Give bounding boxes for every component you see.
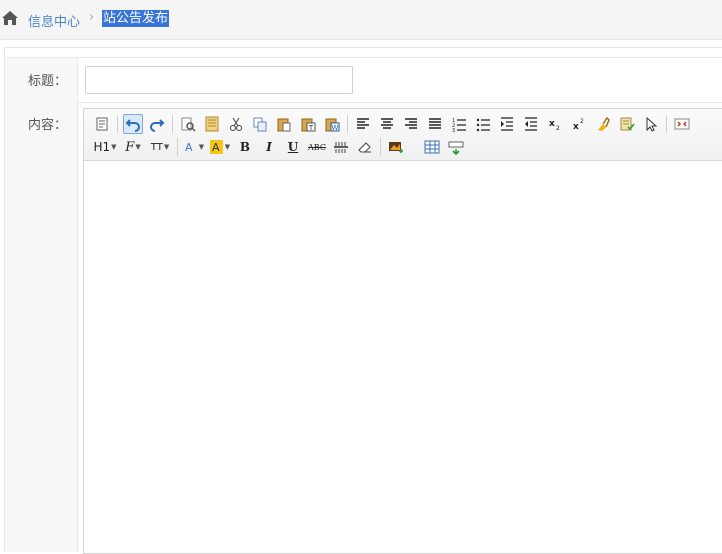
chevron-down-icon: ▼ (163, 143, 170, 151)
highlight-color-button[interactable]: A ▼ (209, 137, 231, 157)
clear-format-icon[interactable] (593, 114, 613, 134)
strikethrough-button[interactable]: ABC (307, 137, 327, 157)
toolbar-row-1: T W 1 2 3 x 2 x 2 (92, 113, 696, 135)
svg-text:T: T (308, 124, 314, 132)
align-center-icon[interactable] (377, 114, 397, 134)
font-color-button[interactable]: A ▼ (183, 137, 205, 157)
paste-word-icon[interactable]: W (322, 114, 342, 134)
copy-icon[interactable] (250, 114, 270, 134)
select-all-icon[interactable] (641, 114, 661, 134)
bold-button[interactable]: B (235, 137, 255, 157)
toolbar-separator (177, 138, 178, 156)
svg-text:2: 2 (556, 125, 560, 132)
chevron-down-icon: ▼ (111, 143, 117, 151)
outdent-icon[interactable] (521, 114, 541, 134)
paste-icon[interactable] (274, 114, 294, 134)
template-icon[interactable] (202, 114, 222, 134)
cut-icon[interactable] (226, 114, 246, 134)
font-family-dropdown[interactable]: F ▼ (122, 137, 144, 157)
font-size-label: TT (150, 141, 163, 153)
insert-table-icon[interactable] (422, 137, 442, 157)
heading-dropdown[interactable]: H1 ▼ (92, 137, 118, 157)
spellcheck-icon[interactable] (617, 114, 637, 134)
align-justify-icon[interactable] (425, 114, 445, 134)
preview-icon[interactable] (178, 114, 198, 134)
toolbar-row-2: H1 ▼ F ▼ TT ▼ A ▼ A ▼ B I U ABC (92, 136, 470, 158)
svg-text:2: 2 (580, 118, 584, 125)
insert-row-icon[interactable] (446, 137, 466, 157)
breadcrumb: 信息中心 › 站公告发布 (0, 0, 722, 40)
align-right-icon[interactable] (401, 114, 421, 134)
editor-content-area[interactable] (84, 161, 722, 553)
content-label: 内容： (27, 118, 67, 133)
title-label-cell: 标题： (5, 58, 78, 102)
chevron-down-icon: ▼ (135, 143, 141, 151)
editor-toolbar: T W 1 2 3 x 2 x 2 H1 ▼ F ▼ TT ▼ A ▼ A ▼ … (84, 109, 722, 161)
content-label-cell: 内容： (5, 102, 78, 552)
toolbar-separator (380, 138, 381, 156)
svg-text:W: W (332, 124, 339, 132)
align-left-icon[interactable] (353, 114, 373, 134)
chevron-down-icon: ▼ (224, 143, 231, 151)
svg-text:x: x (549, 119, 555, 129)
rich-text-editor: T W 1 2 3 x 2 x 2 H1 ▼ F ▼ TT ▼ A ▼ A ▼ … (83, 108, 722, 554)
title-label: 标题： (27, 74, 67, 89)
svg-text:x: x (573, 122, 579, 132)
undo-icon[interactable] (123, 114, 143, 134)
home-icon[interactable] (1, 10, 19, 26)
svg-text:A: A (212, 141, 220, 154)
superscript-icon[interactable]: x2 (569, 114, 589, 134)
underline-button[interactable]: U (283, 137, 303, 157)
breadcrumb-home-link[interactable]: 信息中心 (28, 11, 80, 30)
breadcrumb-separator: › (89, 10, 95, 25)
paste-text-icon[interactable]: T (298, 114, 318, 134)
italic-button[interactable]: I (259, 137, 279, 157)
svg-text:3: 3 (452, 128, 455, 132)
toolbar-separator (117, 115, 118, 133)
redo-icon[interactable] (147, 114, 167, 134)
toolbar-separator (172, 115, 173, 133)
font-family-label: F (125, 139, 135, 155)
toolbar-separator (347, 115, 348, 133)
chevron-down-icon: ▼ (198, 143, 205, 151)
title-row: 标题： (5, 57, 722, 103)
content-row: 内容： T W 1 2 3 x 2 x 2 H1 ▼ F ▼ TT ▼ A ▼ … (5, 102, 722, 554)
svg-text:A: A (185, 141, 193, 154)
breadcrumb-current: 站公告发布 (102, 10, 170, 27)
indent-icon[interactable] (497, 114, 517, 134)
subscript-icon[interactable]: x2 (545, 114, 565, 134)
heading-label: H1 (93, 140, 111, 154)
eraser-icon[interactable] (355, 137, 375, 157)
horizontal-rule-icon[interactable] (331, 137, 351, 157)
ordered-list-icon[interactable]: 123 (449, 114, 469, 134)
announcement-form: 标题： 内容： T W 1 2 3 x 2 x 2 H1 ▼ F ▼ TT ▼ … (4, 47, 722, 554)
insert-image-icon[interactable] (386, 137, 406, 157)
font-size-dropdown[interactable]: TT ▼ (148, 137, 172, 157)
toolbar-separator (666, 115, 667, 133)
title-input[interactable] (85, 66, 353, 94)
fullscreen-icon[interactable] (672, 114, 692, 134)
source-icon[interactable] (92, 114, 112, 134)
unordered-list-icon[interactable] (473, 114, 493, 134)
